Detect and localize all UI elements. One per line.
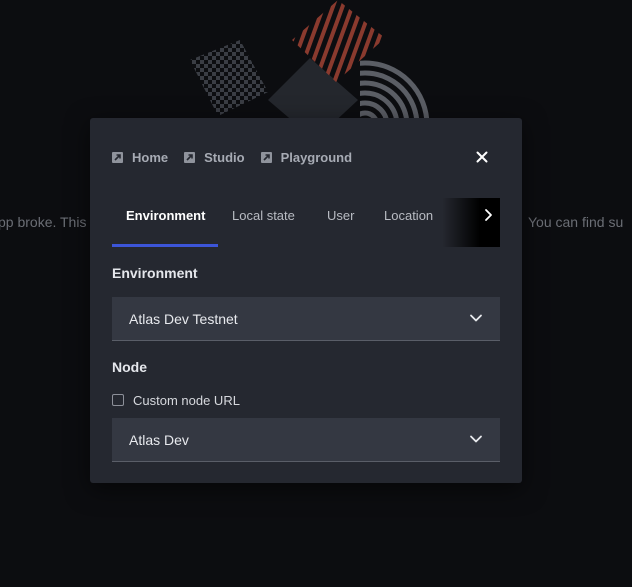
node-selected-value: Atlas Dev [129,432,189,448]
nav-link-studio[interactable]: Studio [184,149,245,165]
custom-node-url-option[interactable]: Custom node URL [112,392,240,408]
node-section-label: Node [112,359,147,375]
tab-user[interactable]: User [327,198,367,247]
tab-label: Location [384,208,434,223]
environment-selected-value: Atlas Dev Testnet [129,311,238,327]
tab-label: User [327,208,355,223]
nav-link-home[interactable]: Home [112,150,168,165]
node-select[interactable]: Atlas Dev [112,418,500,462]
checker-shape [190,40,268,116]
tab-label: Local state [232,208,295,223]
external-link-icon [112,151,123,163]
error-illustration [190,0,430,130]
external-link-icon [260,151,272,163]
custom-node-url-label: Custom node URL [133,392,240,408]
nav-link-label: Playground [280,149,353,165]
error-message-left: pp broke. This [0,214,87,230]
active-tab-indicator [112,244,218,247]
tab-local-state[interactable]: Local state [232,198,312,247]
error-message-right: You can find su [528,214,624,230]
nav-link-playground[interactable]: Playground [260,149,353,165]
chevron-right-icon[interactable] [478,198,500,247]
environment-section-label: Environment [112,265,198,281]
tab-environment[interactable]: Environment [112,198,218,247]
modal-top-nav: Home Studio Playground [112,148,368,166]
chevron-down-icon [470,435,482,443]
custom-node-url-checkbox[interactable] [112,394,124,406]
app-background: pp broke. This You can find su Home Stud… [0,0,632,587]
environment-select[interactable]: Atlas Dev Testnet [112,297,500,341]
tab-label: Environment [126,208,206,223]
close-icon[interactable] [474,149,490,165]
external-link-icon [184,151,196,163]
nav-link-label: Studio [204,149,245,165]
nav-link-label: Home [132,149,169,165]
settings-tabs: Environment Local state User Location [112,198,500,247]
chevron-down-icon [470,314,482,322]
settings-modal: Home Studio Playground Environment Local… [90,118,522,483]
